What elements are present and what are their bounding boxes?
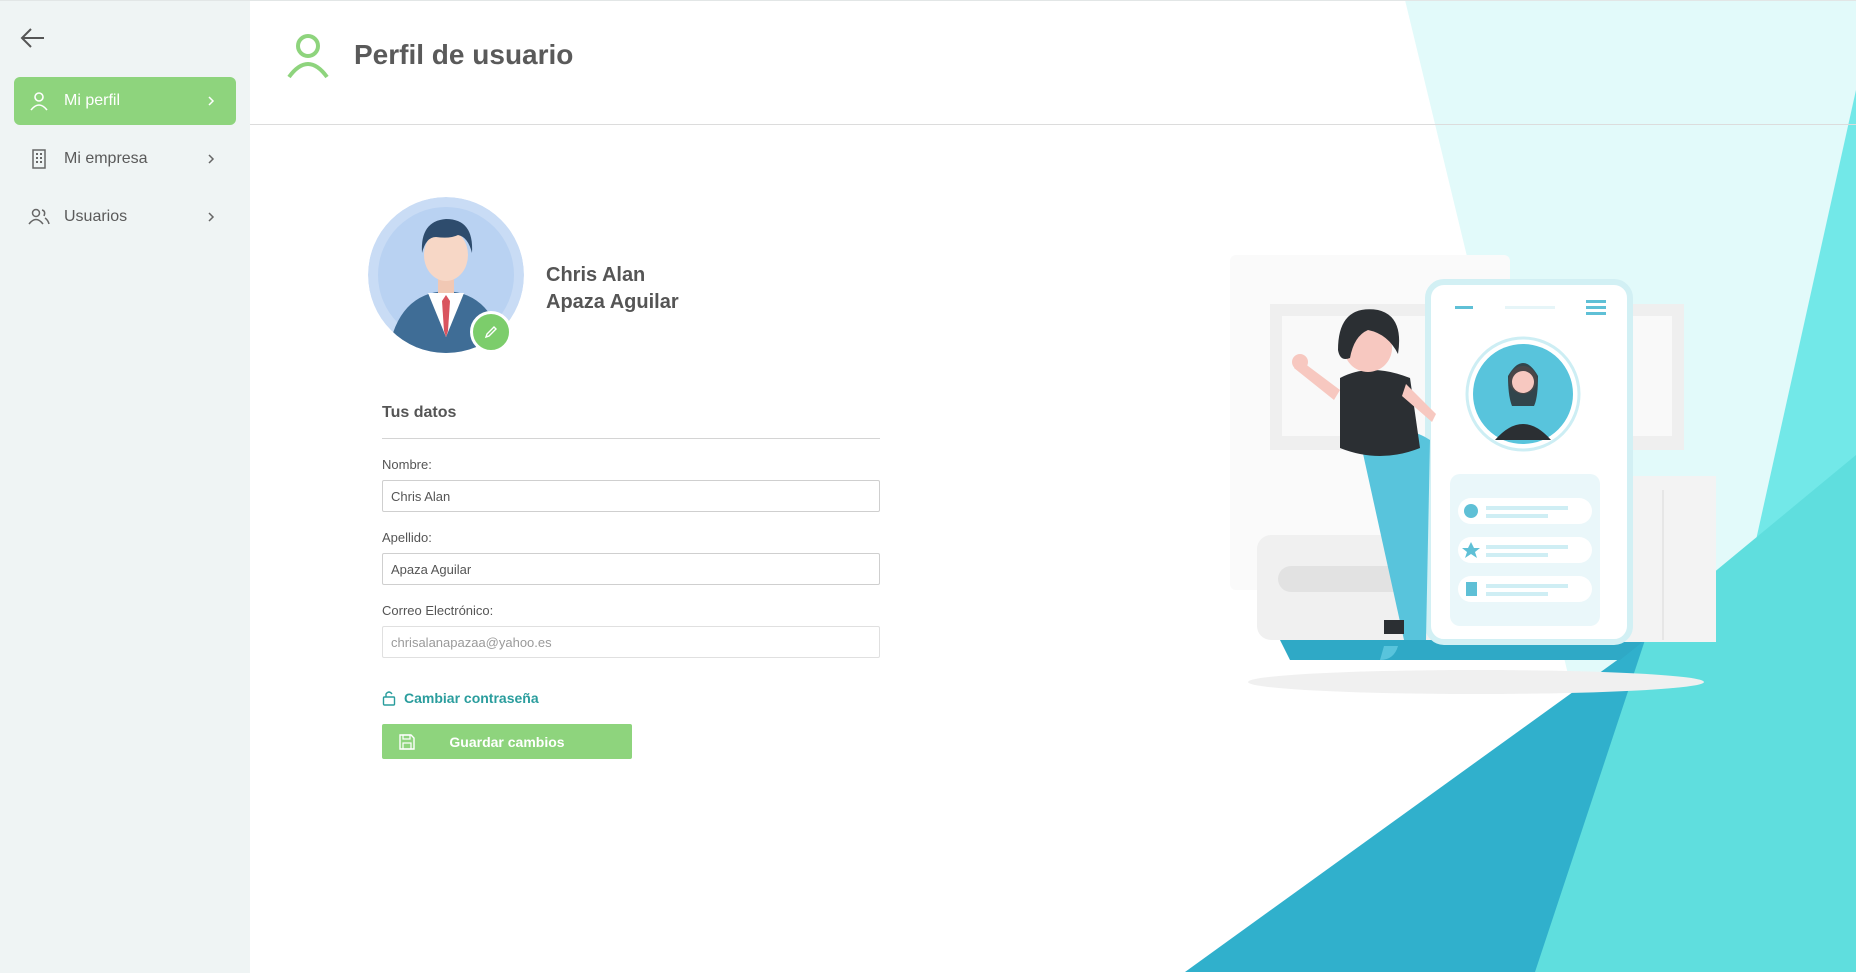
user-icon	[286, 33, 330, 79]
users-icon	[28, 206, 50, 228]
save-button-label: Guardar cambios	[449, 733, 565, 750]
sidebar-item-mi-perfil[interactable]: Mi perfil	[14, 77, 236, 125]
sidebar-item-label: Mi empresa	[64, 150, 148, 167]
nombre-input[interactable]	[382, 480, 880, 512]
edit-avatar-button[interactable]	[470, 311, 512, 353]
page-title: Perfil de usuario	[354, 39, 574, 70]
nombre-label: Nombre:	[382, 457, 432, 472]
save-button[interactable]: Guardar cambios	[382, 724, 632, 759]
sidebar-item-label: Usuarios	[64, 208, 128, 225]
divider	[382, 438, 880, 439]
change-password-label: Cambiar contraseña	[404, 690, 539, 706]
user-last-name: Apaza Aguilar	[546, 291, 679, 313]
back-arrow-icon[interactable]	[18, 23, 48, 53]
user-full-name: Chris Alan Apaza Aguilar	[546, 262, 679, 316]
user-first-name: Chris Alan	[546, 264, 646, 286]
user-icon	[28, 90, 50, 112]
pencil-icon	[484, 326, 497, 339]
sidebar-item-usuarios[interactable]: Usuarios	[14, 193, 236, 241]
email-label: Correo Electrónico:	[382, 603, 494, 618]
save-icon	[399, 734, 415, 750]
chevron-right-icon	[208, 212, 215, 222]
lock-icon	[382, 691, 396, 706]
chevron-right-icon	[208, 96, 215, 106]
email-input[interactable]	[382, 626, 880, 658]
sidebar: Mi perfil Mi empresa Usuarios	[0, 0, 250, 973]
change-password-link[interactable]: Cambiar contraseña	[382, 690, 539, 706]
page-header: Perfil de usuario	[250, 0, 1856, 125]
apellido-label: Apellido:	[382, 530, 432, 545]
sidebar-item-mi-empresa[interactable]: Mi empresa	[14, 135, 236, 183]
chevron-right-icon	[208, 154, 215, 164]
building-icon	[28, 148, 50, 170]
apellido-input[interactable]	[382, 553, 880, 585]
section-title: Tus datos	[382, 404, 457, 421]
sidebar-item-label: Mi perfil	[64, 92, 121, 109]
